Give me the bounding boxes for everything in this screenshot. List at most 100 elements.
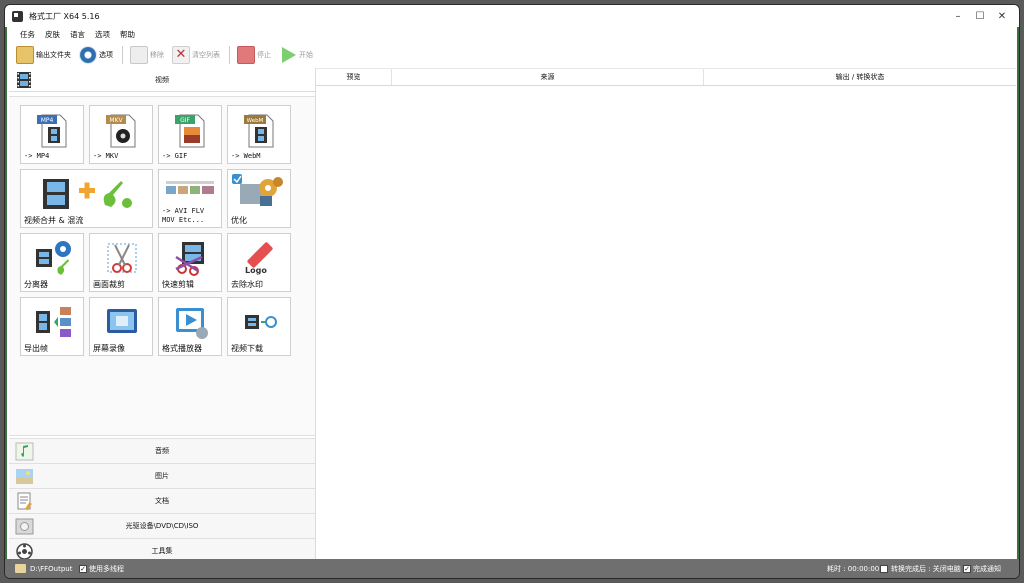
category-document[interactable]: 文档 — [9, 488, 315, 513]
clear-x-icon: ✕ — [172, 46, 190, 64]
tile-to-mkv[interactable]: MKV -> MKV — [89, 105, 153, 164]
merge-mux-icon — [43, 179, 132, 209]
output-path[interactable]: D:\FFOutput — [30, 559, 72, 578]
category-disc-label: 光驱设备\DVD\CD\ISO — [125, 522, 199, 530]
start-button[interactable]: 开始 — [276, 44, 316, 66]
tile-to-gif[interactable]: GIF -> GIF — [158, 105, 222, 164]
play-icon — [282, 47, 296, 63]
splitter-icon — [36, 241, 71, 275]
tile-video-download[interactable]: 视频下载 — [227, 297, 291, 356]
window-title: 格式工厂 X64 5.16 — [29, 12, 100, 21]
tile-to-mp4-label: -> MP4 — [24, 152, 50, 160]
category-video-label: 视频 — [155, 76, 169, 84]
optimize-gears-icon — [232, 174, 283, 206]
tile-screen-record-label: 屏幕录像 — [93, 344, 125, 353]
tile-crop[interactable]: 画面裁剪 — [89, 233, 153, 292]
function-panel: 视频 MP4 -> MP4 MKV -> MKV GIF -> GIF WebM… — [9, 68, 315, 563]
options-gear-icon — [79, 46, 97, 64]
title-bar: 格式工厂 X64 5.16 – ☐ ✕ — [5, 5, 1019, 27]
tile-optimize-label: 优化 — [231, 216, 247, 225]
svg-text:WebM: WebM — [247, 118, 264, 124]
multithread-label: 使用多线程 — [89, 565, 124, 573]
mkv-file-icon: MKV — [106, 114, 136, 148]
tile-optimize[interactable]: 优化 — [227, 169, 291, 228]
output-folder-label: 输出文件夹 — [36, 51, 71, 59]
svg-text:MP4: MP4 — [41, 117, 54, 124]
category-document-label: 文档 — [155, 497, 169, 505]
category-video[interactable]: 视频 — [9, 68, 315, 92]
svg-text:GIF: GIF — [180, 117, 190, 124]
menu-options[interactable]: 选项 — [90, 28, 115, 42]
elapsed-time: 耗时 : 00:00:00 — [827, 565, 880, 573]
stop-label: 停止 — [257, 51, 271, 59]
tile-splitter-label: 分离器 — [24, 280, 48, 289]
clear-list-label: 清空列表 — [192, 51, 220, 59]
options-label: 选项 — [99, 51, 113, 59]
remove-button[interactable]: 移除 — [127, 44, 167, 66]
maximize-button[interactable]: ☐ — [969, 9, 991, 25]
menu-task[interactable]: 任务 — [15, 28, 40, 42]
tile-quick-clip-label: 快速剪辑 — [162, 280, 194, 289]
close-button[interactable]: ✕ — [991, 9, 1013, 25]
stop-button[interactable]: 停止 — [234, 44, 274, 66]
format-player-icon — [176, 308, 208, 339]
multithread-checkbox[interactable]: ✓ — [79, 565, 87, 573]
tile-to-mkv-label: -> MKV — [93, 152, 119, 160]
video-download-icon — [245, 315, 277, 329]
after-convert-checkbox[interactable] — [880, 565, 888, 573]
notify-label: 完成通知 — [973, 565, 1001, 573]
tile-crop-label: 画面裁剪 — [93, 280, 125, 289]
category-audio[interactable]: 音频 — [9, 438, 315, 463]
crop-scissors-icon — [107, 243, 137, 273]
tile-to-webm-label: -> WebM — [231, 152, 261, 160]
task-list: 预览 来源 输出 / 转换状态 — [316, 68, 1016, 562]
tile-video-download-label: 视频下载 — [231, 344, 263, 353]
category-disc[interactable]: 光驱设备\DVD\CD\ISO — [9, 513, 315, 538]
tile-format-player-label: 格式播放器 — [162, 344, 202, 353]
quick-clip-icon — [175, 242, 204, 276]
column-output-status[interactable]: 输出 / 转换状态 — [704, 69, 1016, 85]
tile-merge-mux[interactable]: 视频合并 & 混流 — [20, 169, 153, 228]
tile-format-player[interactable]: 格式播放器 — [158, 297, 222, 356]
app-logo-icon — [12, 11, 23, 22]
column-source[interactable]: 来源 — [392, 69, 704, 85]
after-convert-label[interactable]: 转换完成后 : 关闭电脑 — [891, 559, 961, 578]
tile-quick-clip[interactable]: 快速剪辑 — [158, 233, 222, 292]
tile-to-webm[interactable]: WebM -> WebM — [227, 105, 291, 164]
column-preview[interactable]: 预览 — [316, 69, 392, 85]
category-picture[interactable]: 图片 — [9, 463, 315, 488]
output-folder-button[interactable]: 输出文件夹 — [13, 44, 74, 66]
clear-list-button[interactable]: ✕ 清空列表 — [169, 44, 223, 66]
options-button[interactable]: 选项 — [76, 44, 116, 66]
tile-remove-watermark[interactable]: Logo 去除水印 — [227, 233, 291, 292]
tile-merge-mux-label: 视频合并 & 混流 — [24, 216, 84, 225]
status-bar: D:\FFOutput ✓ 使用多线程 耗时 : 00:00:00 转换完成后 … — [5, 559, 1019, 578]
tile-other-formats-label: -> AVI FLV MOV Etc... — [162, 207, 205, 224]
minimize-button[interactable]: – — [947, 9, 969, 25]
menu-skin[interactable]: 皮肤 — [40, 28, 65, 42]
folder-icon[interactable] — [15, 564, 26, 573]
menu-language[interactable]: 语言 — [65, 28, 90, 42]
remove-watermark-icon: Logo — [245, 242, 273, 275]
toolbar-separator — [229, 46, 230, 64]
mp4-file-icon: MP4 — [37, 114, 67, 148]
menu-bar: 任务 皮肤 语言 选项 帮助 — [15, 28, 140, 42]
export-frames-icon — [36, 307, 71, 337]
video-tool-grid: MP4 -> MP4 MKV -> MKV GIF -> GIF WebM ->… — [9, 96, 315, 436]
category-picture-label: 图片 — [155, 472, 169, 480]
folder-icon — [16, 46, 34, 64]
tile-splitter[interactable]: 分离器 — [20, 233, 84, 292]
tile-to-mp4[interactable]: MP4 -> MP4 — [20, 105, 84, 164]
stop-icon — [237, 46, 255, 64]
notify-checkbox[interactable]: ✓ — [963, 565, 971, 573]
app-window: 格式工厂 X64 5.16 – ☐ ✕ 任务 皮肤 语言 选项 帮助 输出文件夹… — [4, 4, 1020, 579]
tile-other-formats[interactable]: -> AVI FLV MOV Etc... — [158, 169, 222, 228]
tile-export-frames-label: 导出帧 — [24, 344, 48, 353]
menu-help[interactable]: 帮助 — [115, 28, 140, 42]
toolbar: 输出文件夹 选项 移除 ✕ 清空列表 停止 开始 — [13, 42, 1019, 68]
tile-screen-record[interactable]: 屏幕录像 — [89, 297, 153, 356]
tile-to-gif-label: -> GIF — [162, 152, 188, 160]
tile-remove-watermark-label: 去除水印 — [231, 280, 263, 289]
tile-export-frames[interactable]: 导出帧 — [20, 297, 84, 356]
remove-label: 移除 — [150, 51, 164, 59]
